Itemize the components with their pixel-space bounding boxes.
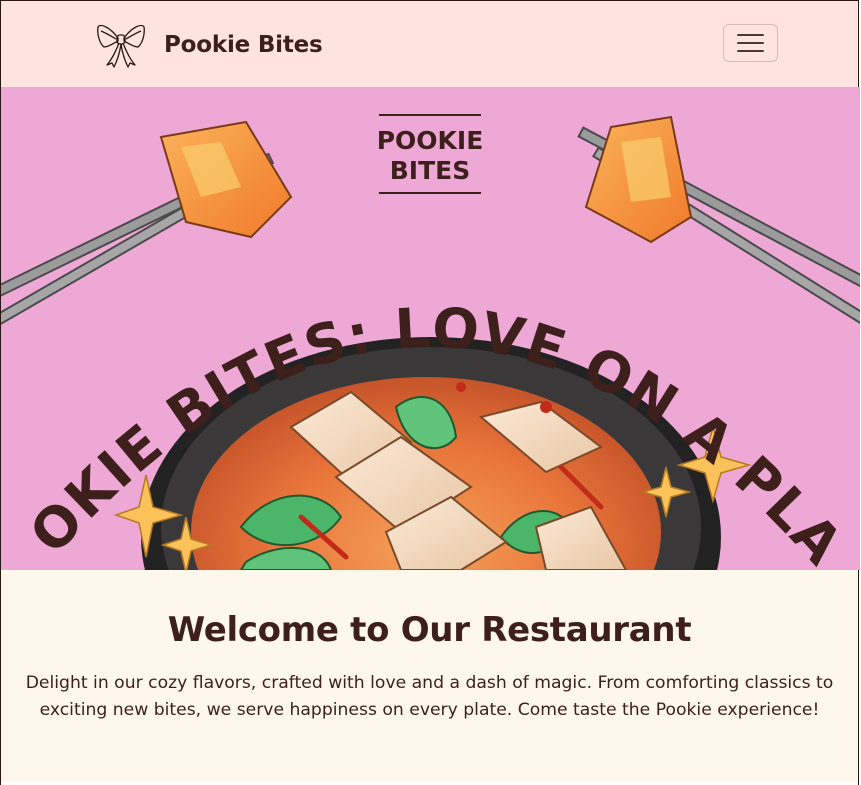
hamburger-menu-icon-line [737, 50, 764, 52]
brand-name: Pookie Bites [164, 32, 323, 58]
hero-banner: POOKIE BITES OKIE BITES: LOVE ON A PLA [1, 87, 860, 570]
navbar-toggler-button[interactable] [723, 24, 778, 62]
hero-badge: POOKIE BITES [377, 114, 484, 194]
badge-line1: POOKIE [377, 126, 484, 155]
hero-illustration: POOKIE BITES OKIE BITES: LOVE ON A PLA [1, 87, 860, 570]
welcome-section: Welcome to Our Restaurant Delight in our… [1, 570, 858, 782]
fried-snack-right-icon [584, 115, 693, 244]
navbar: Pookie Bites [1, 1, 858, 87]
welcome-heading: Welcome to Our Restaurant [167, 610, 692, 650]
badge-line2: BITES [390, 156, 471, 185]
welcome-text: Delight in our cozy flavors, crafted wit… [25, 673, 834, 720]
brand-link[interactable]: Pookie Bites [96, 21, 323, 69]
hamburger-menu-icon-line [737, 34, 764, 36]
page: Pookie Bites POOKIE BITES OKIE BITES: LO… [0, 0, 860, 785]
bow-icon [97, 24, 145, 68]
hamburger-menu-icon-line [737, 42, 764, 44]
